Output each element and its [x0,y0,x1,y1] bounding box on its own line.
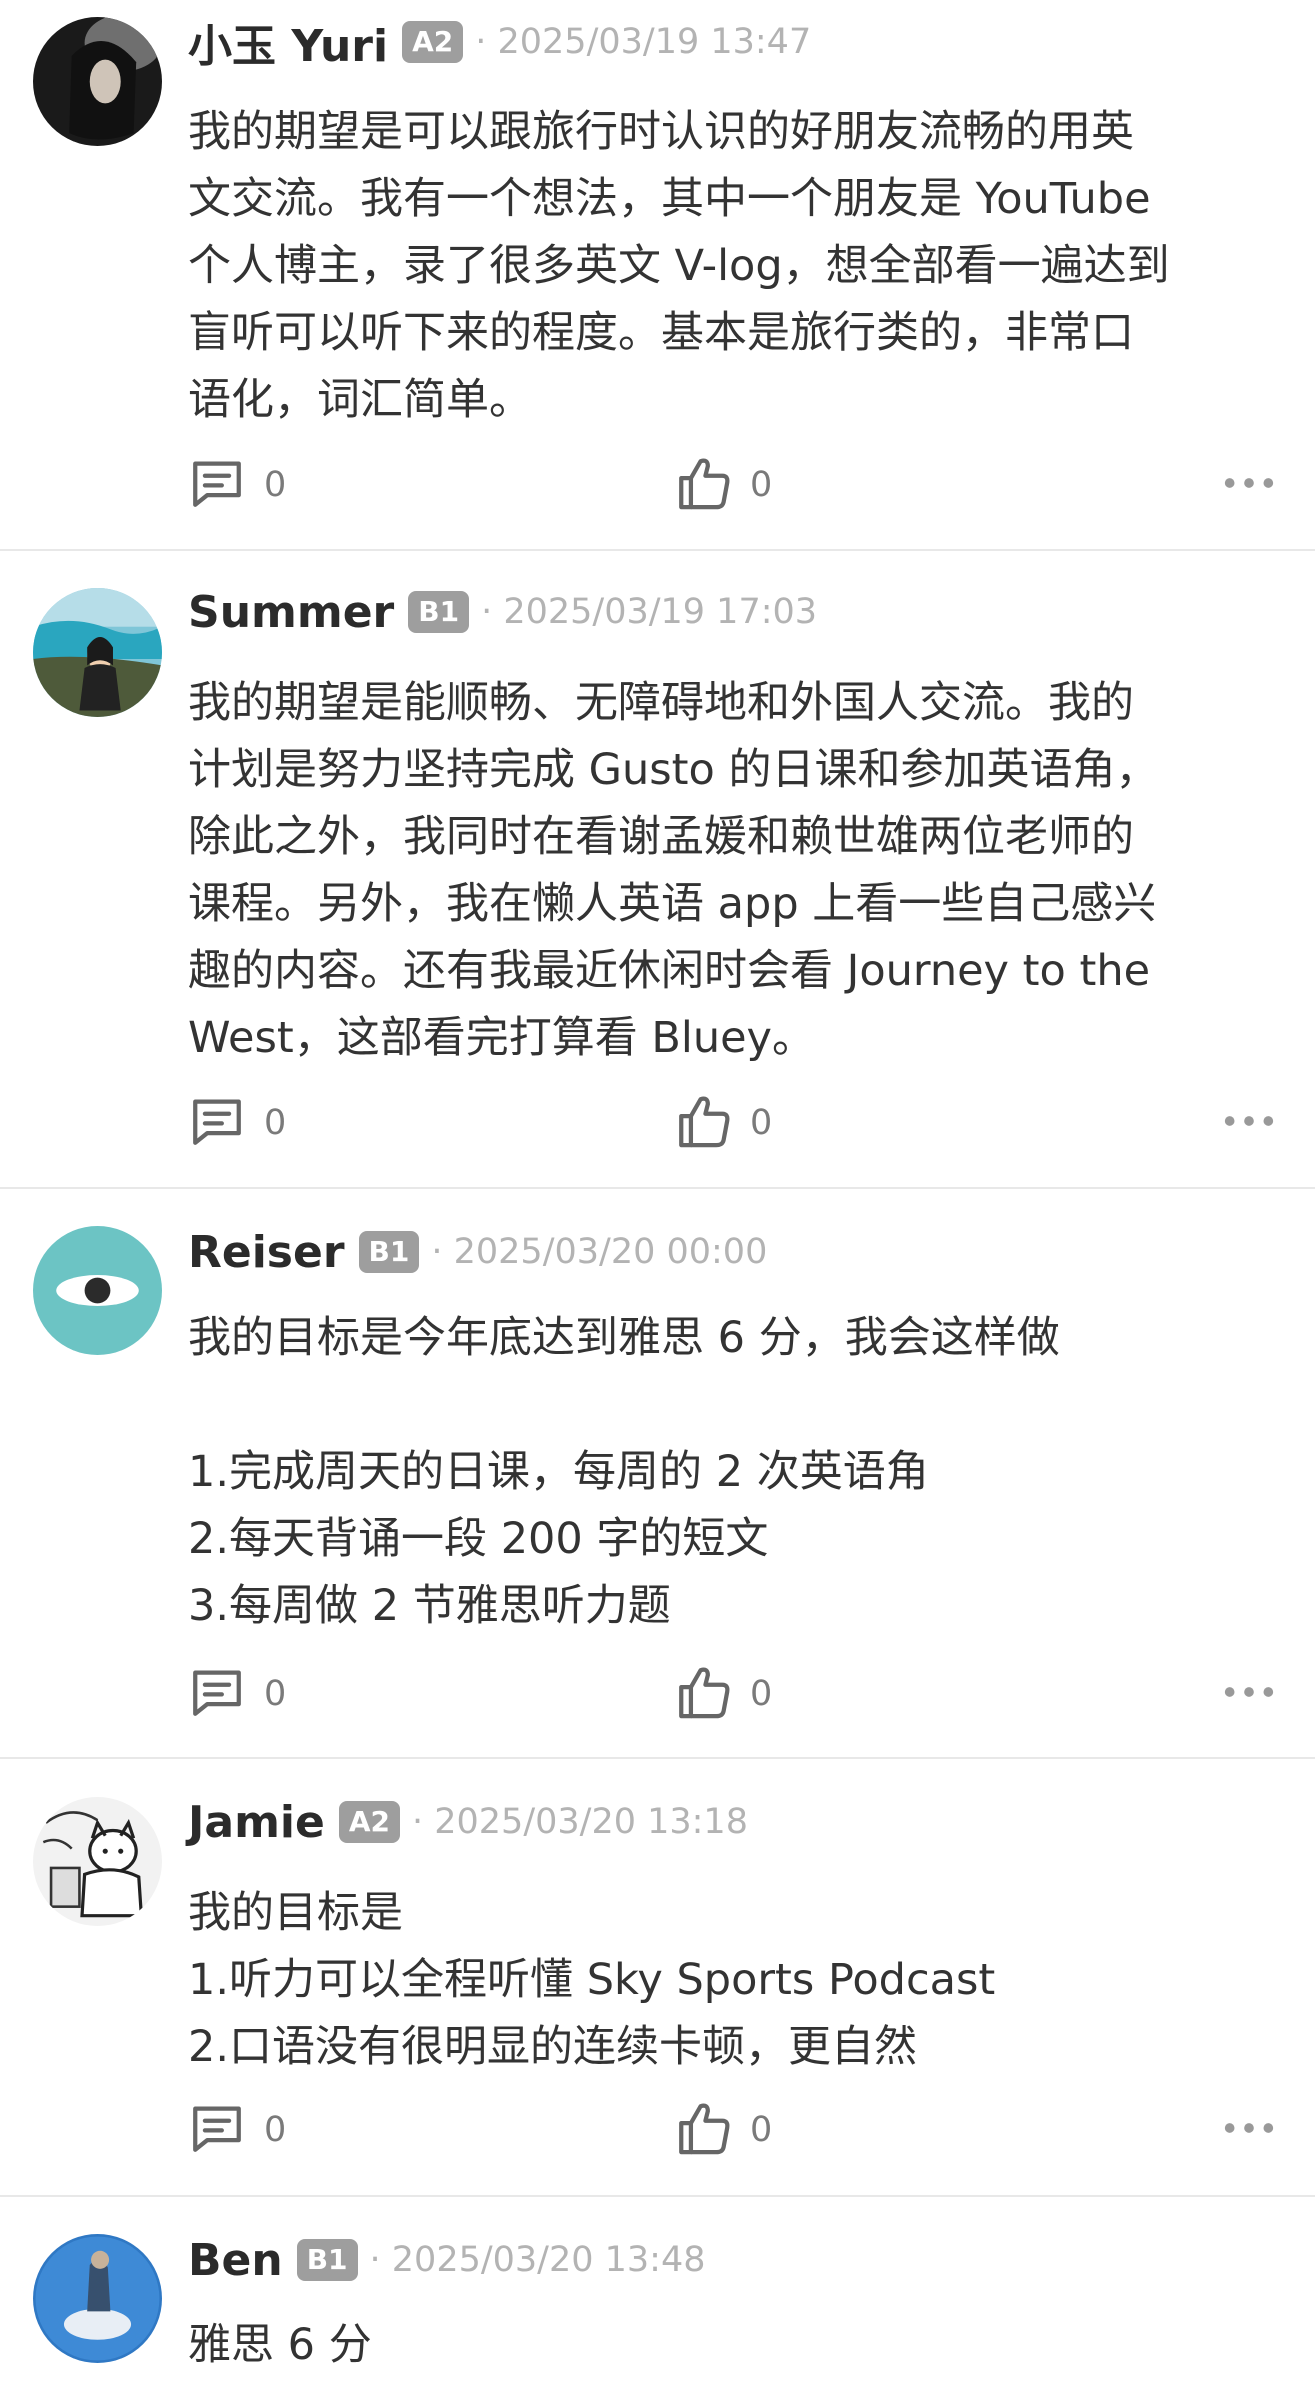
reply-count: 0 [264,1103,287,1143]
level-badge: B1 [408,591,470,633]
more-dots-icon [1220,1663,1278,1725]
comment-header: Ben B1 · 2025/03/20 13:48 [188,2230,706,2290]
more-dots-icon [1220,1092,1278,1154]
comment-header: Summer B1 · 2025/03/19 17:03 [188,582,817,642]
username[interactable]: Reiser [188,1227,345,1278]
like-count: 0 [750,1103,773,1143]
more-options-button[interactable] [1220,2100,1278,2160]
username[interactable]: 小玉 Yuri [188,10,388,74]
comment-text: 我的期望是可以跟旅行时认识的好朋友流畅的用英 文交流。我有一个想法，其中一个朋友… [188,107,1170,425]
level-badge: B1 [296,2239,358,2281]
comment-actions: 0 0 [188,455,1278,515]
level-badge: B1 [358,1231,420,1273]
avatar[interactable] [33,588,162,717]
like-count: 0 [750,465,773,505]
level-badge: A2 [338,1801,400,1843]
comment-header: Reiser B1 · 2025/03/20 00:00 [188,1222,767,1282]
comment-text: 我的目标是今年底达到雅思 6 分，我会这样做 1.完成周天的日课，每周的 2 次… [188,1313,1060,1631]
comment-header: Jamie A2 · 2025/03/20 13:18 [188,1792,748,1852]
thumbs-up-icon [674,1663,732,1725]
like-button[interactable]: 0 [674,1664,772,1724]
timestamp: · 2025/03/20 13:48 [369,2240,706,2280]
username[interactable]: Ben [188,2235,283,2286]
more-dots-icon [1220,454,1278,516]
avatar[interactable] [33,2234,162,2363]
comment-icon [188,1663,246,1725]
reply-count: 0 [264,1674,287,1714]
like-button[interactable]: 0 [674,2100,772,2160]
timestamp: · 2025/03/19 17:03 [481,592,818,632]
comment-text: 我的目标是 1.听力可以全程听懂 Sky Sports Podcast 2.口语… [188,1888,996,2072]
level-badge: A2 [402,21,464,63]
divider [0,1757,1315,1759]
avatar[interactable] [33,17,162,146]
reply-button[interactable]: 0 [188,455,286,515]
divider [0,549,1315,551]
comment-text: 雅思 6 分 [188,2320,372,2370]
comment-header: 小玉 Yuri A2 · 2025/03/19 13:47 [188,12,811,72]
divider [0,1187,1315,1189]
reply-button[interactable]: 0 [188,1093,286,1153]
comment-actions: 0 0 [188,2100,1278,2160]
timestamp: · 2025/03/20 13:18 [412,1802,748,1842]
more-options-button[interactable] [1220,455,1278,515]
comment-icon [188,454,246,516]
thumbs-up-icon [674,454,732,516]
reply-button[interactable]: 0 [188,1664,286,1724]
timestamp: · 2025/03/19 13:47 [475,22,812,62]
divider [0,2195,1315,2197]
avatar[interactable] [33,1797,162,1926]
like-button[interactable]: 0 [674,455,772,515]
more-options-button[interactable] [1220,1664,1278,1724]
thumbs-up-icon [674,2099,732,2161]
like-button[interactable]: 0 [674,1093,772,1153]
comment-text: 我的期望是能顺畅、无障碍地和外国人交流。我的 计划是努力坚持完成 Gusto 的… [188,678,1159,1063]
timestamp: · 2025/03/20 00:00 [431,1232,768,1272]
reply-button[interactable]: 0 [188,2100,286,2160]
more-dots-icon [1220,2099,1278,2161]
reply-count: 0 [264,2110,287,2150]
username[interactable]: Jamie [188,1797,325,1848]
comment-icon [188,2099,246,2161]
reply-count: 0 [264,465,287,505]
comment-actions: 0 0 [188,1093,1278,1153]
like-count: 0 [750,1674,773,1714]
avatar[interactable] [33,1226,162,1355]
thumbs-up-icon [674,1092,732,1154]
more-options-button[interactable] [1220,1093,1278,1153]
like-count: 0 [750,2110,773,2150]
comment-icon [188,1092,246,1154]
username[interactable]: Summer [188,587,394,638]
comment-actions: 0 0 [188,1664,1278,1724]
